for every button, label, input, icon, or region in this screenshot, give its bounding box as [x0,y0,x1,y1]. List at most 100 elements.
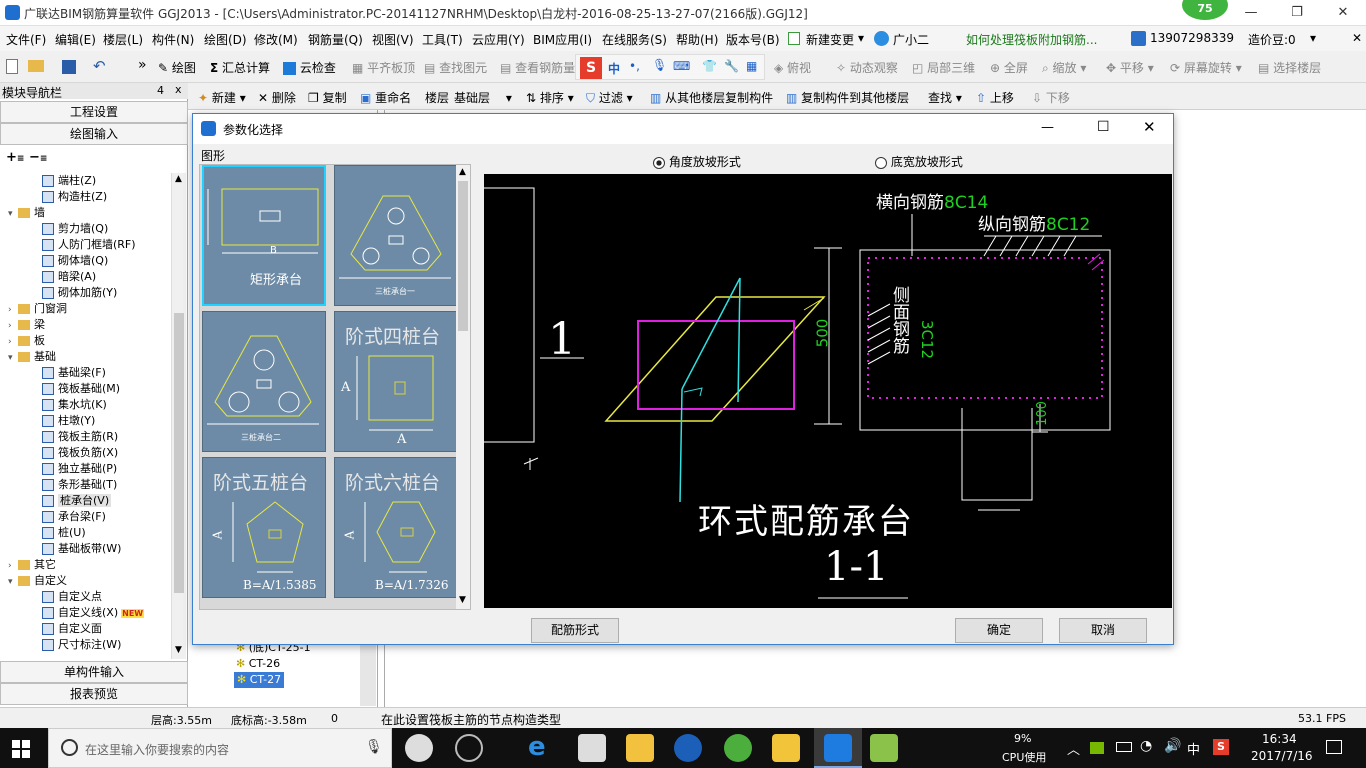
ime-toolbar[interactable]: S 中 •, 🎙 ⌨ 👕 🔧 ▦ [575,54,765,80]
menu-help[interactable]: 帮助(H) [676,31,718,48]
microphone-icon[interactable]: 🎙 [365,739,383,755]
nvidia-icon[interactable] [1090,742,1104,754]
nav-section-drawing-input[interactable]: 绘图输入 [0,123,188,145]
ime-chinese[interactable]: 中 [608,60,620,77]
tree-scrollbar[interactable]: ▲ ▼ [171,173,186,659]
expand-arrow-icon[interactable]: ▾ [8,574,18,590]
fullscreen-button[interactable]: ⊕ 全屏 [990,59,1028,76]
tree-item[interactable]: 柱墩(Y) [42,413,95,429]
tree-item[interactable]: 砌体墙(Q) [42,253,108,269]
tree-item[interactable]: ▾ 自定义 [8,573,67,589]
ime-indicator[interactable]: 中 [1187,739,1200,758]
select-floor-button[interactable]: ▤ 选择楼层 [1258,59,1321,76]
ime-punct-icon[interactable]: •, [629,59,640,73]
tree-item[interactable]: › 梁 [8,317,45,333]
battery-icon[interactable] [1116,742,1132,752]
tree-item[interactable]: 条形基础(T) [42,477,117,493]
menu-file[interactable]: 文件(F) [6,31,46,48]
thumb-3pile-cap-1[interactable]: 三桩承台一 [334,165,458,306]
tree-item[interactable]: ▾ 基础 [8,349,56,365]
microphone-icon[interactable]: 🎙 [652,58,667,72]
tree-item[interactable]: › 板 [8,333,45,349]
tree-item[interactable]: 筏板负筋(X) [42,445,118,461]
tree-item[interactable]: 集水坑(K) [42,397,107,413]
expand-arrow-icon[interactable]: ▾ [8,206,18,222]
local-3d-button[interactable]: ◰ 局部三维 [912,59,975,76]
tools-icon[interactable]: 🔧 [724,59,739,73]
new-file-icon[interactable] [6,59,18,74]
clock-date[interactable]: 2017/7/16 [1251,749,1313,763]
tree-item[interactable]: 桩(U) [42,525,86,541]
screen-rotate-button[interactable]: ⟳ 屏幕旋转 ▾ [1170,59,1242,76]
tree-item[interactable]: 暗梁(A) [42,269,96,285]
align-slab-button[interactable]: ▦ 平齐板顶 [352,59,415,76]
task-view-icon[interactable] [405,734,433,762]
rebar-form-button[interactable]: 配筋形式 [531,618,619,643]
delete-button[interactable]: ✕ 删除 [258,89,296,106]
floor-select[interactable]: 基础层 ▾ [454,89,514,106]
nav-section-report-preview[interactable]: 报表预览 [0,683,188,705]
tree-item[interactable]: 自定义线(X) NEW [42,605,145,621]
browser-360-icon[interactable] [455,734,483,762]
dynamic-view-button[interactable]: ✧ 动态观察 [836,59,898,76]
scroll-down-icon[interactable]: ▼ [175,645,182,655]
tree-item[interactable]: 筏板基础(M) [42,381,120,397]
draw-button[interactable]: ✎ 绘图 [158,59,196,76]
nav-section-single-component[interactable]: 单构件输入 [0,661,188,683]
menu-rebar[interactable]: 钢筋量(Q) [308,31,363,48]
move-down-button[interactable]: ⇩ 下移 [1032,89,1070,106]
explorer-icon[interactable] [626,734,654,762]
menu-new-change[interactable]: 新建变更 [806,31,854,48]
app-green-icon[interactable] [724,734,752,762]
active-app-tab[interactable] [814,728,862,768]
notification-badge[interactable]: 75 [1182,0,1228,20]
save-icon[interactable] [62,60,76,74]
menu-view[interactable]: 视图(V) [372,31,414,48]
menu-online[interactable]: 在线服务(S) [602,31,667,48]
minimize-button[interactable]: — [1228,0,1274,26]
start-button[interactable] [12,740,30,758]
clock-time[interactable]: 16:34 [1262,732,1297,746]
expand-arrow-icon[interactable]: › [8,302,18,318]
rename-button[interactable]: ▣ 重命名 [360,89,411,106]
tree-item[interactable]: 桩承台(V) [42,493,112,509]
tree-item[interactable]: › 其它 [8,557,56,573]
tree-item[interactable]: 人防门框墙(RF) [42,237,136,253]
tree-item[interactable]: 构造柱(Z) [42,189,107,205]
menu-bim[interactable]: BIM应用(I) [533,31,592,48]
tree-item[interactable]: 独立基础(P) [42,461,117,477]
copy-to-floor-button[interactable]: ▥ 复制构件到其他楼层 [786,89,909,106]
glodon-icon[interactable] [674,734,702,762]
find-button[interactable]: 查找 ▾ [928,89,962,106]
maximize-button[interactable]: ❐ [1274,0,1320,26]
pin-icon[interactable]: 4 [157,84,164,97]
ok-button[interactable]: 确定 [955,618,1043,643]
tree-item[interactable]: 自定义点 [42,589,102,605]
scroll-up-icon[interactable]: ▲ [175,174,182,184]
tree-item[interactable]: 承台梁(F) [42,509,106,525]
tree-item[interactable]: 筏板主筋(R) [42,429,118,445]
close-icon[interactable]: x [175,83,182,96]
phone-number[interactable]: 13907298339 [1150,31,1234,45]
dialog-minimize-button[interactable]: — [1041,120,1054,135]
sogou-tray-icon[interactable]: S [1213,739,1229,755]
scroll-thumb[interactable] [174,313,184,593]
dialog-maximize-button[interactable]: ☐ [1097,119,1110,135]
menu-edit[interactable]: 编辑(E) [55,31,96,48]
menu-version[interactable]: 版本号(B) [726,31,780,48]
tree-item[interactable]: › 门窗洞 [8,301,67,317]
expand-all-icon[interactable]: +≡ [6,150,24,165]
tree-item[interactable]: 自定义面 [42,621,102,637]
close-icon[interactable]: ✕ [1352,31,1362,45]
thumb-step-4pile[interactable]: 阶式四桩台 A A [334,311,458,452]
expand-arrow-icon[interactable]: ▾ [8,350,18,366]
list-item[interactable]: ✻ CT-26 [236,656,280,672]
menu-floor[interactable]: 楼层(L) [103,31,143,48]
skin-icon[interactable]: 👕 [702,59,717,73]
dialog-close-button[interactable]: ✕ [1143,118,1156,136]
app-chart-icon[interactable] [870,734,898,762]
new-button[interactable]: ✦ 新建 ▾ [198,89,246,106]
thumb-scrollbar[interactable]: ▲ ▼ [456,165,470,609]
tree-item[interactable]: ▾ 墙 [8,205,45,221]
move-up-button[interactable]: ⇧ 上移 [976,89,1014,106]
